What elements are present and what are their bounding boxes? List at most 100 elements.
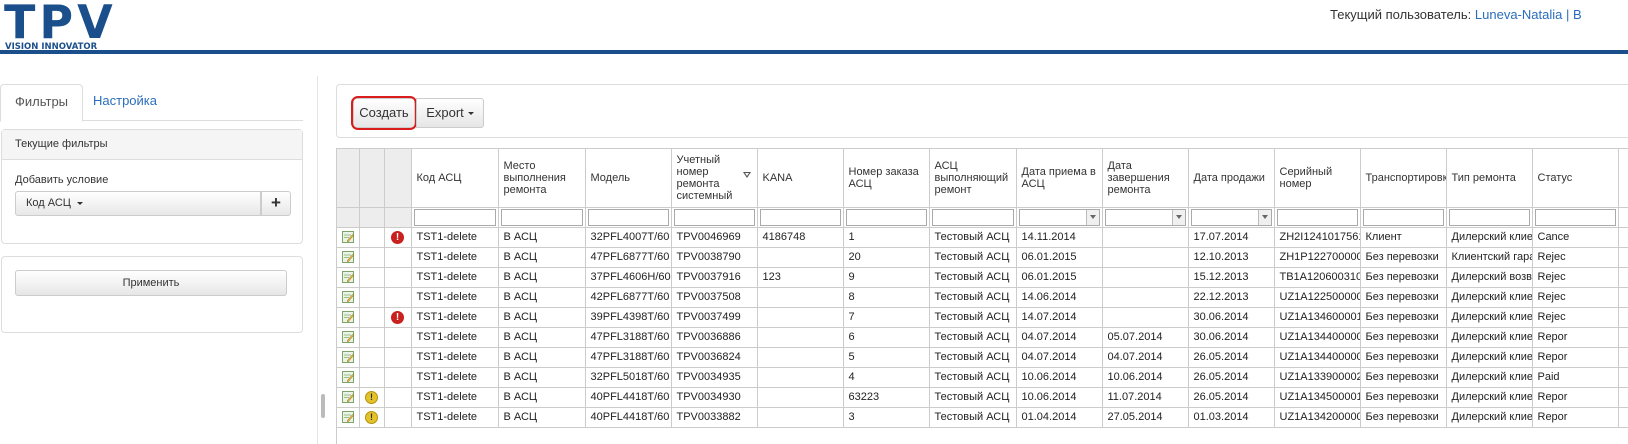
column-header[interactable]: Статус <box>1532 149 1619 208</box>
table-cell: Rejec <box>1532 267 1619 288</box>
table-cell: 30.06.2014 <box>1188 327 1275 348</box>
date-dropdown-icon[interactable] <box>1257 209 1271 225</box>
column-header[interactable]: Номер заказа АСЦ <box>843 149 930 208</box>
date-filter-input[interactable] <box>1190 208 1272 226</box>
table-cell <box>757 387 844 408</box>
table-cell: В АСЦ <box>498 307 586 328</box>
header-link-truncated[interactable]: | B <box>1566 7 1582 22</box>
table-cell: ZH1P1227000000 <box>1274 247 1361 268</box>
apply-button[interactable]: Применить <box>15 270 287 296</box>
edit-cell <box>337 227 360 248</box>
table-cell: 30.06.2014 <box>1188 307 1275 328</box>
warning-cell <box>359 287 385 308</box>
grid-filter-row <box>337 207 1628 228</box>
edit-icon[interactable] <box>341 231 354 244</box>
edit-cell <box>337 367 360 388</box>
column-filter-input[interactable] <box>587 208 669 226</box>
edit-icon[interactable] <box>341 271 354 284</box>
table-cell: Тестовый АСЦ <box>929 247 1017 268</box>
table-row[interactable]: ! TST1-delete В АСЦ 40PFL4418T/60 TPV0034930… <box>337 387 1628 408</box>
column-filter-input[interactable] <box>1448 208 1530 226</box>
filter-mark-cell <box>359 207 385 228</box>
edit-icon[interactable] <box>341 251 354 264</box>
table-cell <box>1102 307 1189 328</box>
table-cell: Тестовый АСЦ <box>929 267 1017 288</box>
current-user-link[interactable]: Luneva-Natalia <box>1475 7 1562 22</box>
column-header[interactable]: KANA <box>757 149 844 208</box>
table-cell <box>757 367 844 388</box>
column-header[interactable]: Дата завершения ремонта <box>1102 149 1189 208</box>
column-filter-input[interactable] <box>413 208 496 226</box>
edit-icon[interactable] <box>341 351 354 364</box>
warning-cell <box>359 327 385 348</box>
table-cell <box>1102 287 1189 308</box>
table-cell-extra <box>1618 247 1628 268</box>
column-header[interactable]: Транспортировка <box>1360 149 1447 208</box>
column-header-sorted[interactable]: Учетный номер ремонта системный <box>671 149 758 208</box>
toolbar: Создать Export <box>336 84 1628 138</box>
table-row[interactable]: TST1-delete В АСЦ 47PFL3188T/60 TPV0036886 6… <box>337 327 1628 348</box>
table-cell: UZ1A1225000001 <box>1274 287 1361 308</box>
tab-settings[interactable]: Настройка <box>79 84 171 122</box>
table-row[interactable]: ! TST1-delete В АСЦ 32PFL4007T/60 TPV0046969… <box>337 227 1628 248</box>
column-filter-input[interactable] <box>1534 208 1616 226</box>
column-header[interactable]: Дата приема в АСЦ <box>1016 149 1103 208</box>
table-row[interactable]: TST1-delete В АСЦ 37PFL4606H/60 TPV0037916 1… <box>337 267 1628 288</box>
column-header[interactable]: Место выполнения ремонта <box>498 149 586 208</box>
table-cell: 8 <box>843 287 930 308</box>
table-cell: 10.06.2014 <box>1016 367 1103 388</box>
column-filter-input[interactable] <box>1362 208 1444 226</box>
table-row[interactable]: TST1-delete В АСЦ 47PFL3188T/60 TPV0036824 5… <box>337 347 1628 368</box>
apply-panel: Применить <box>1 256 303 333</box>
column-header[interactable]: АСЦ выполняющий ремонт <box>929 149 1017 208</box>
tab-filters[interactable]: Фильтры <box>0 84 84 122</box>
table-cell: 32PFL4007T/60 <box>585 227 672 248</box>
table-cell: 37PFL4606H/60 <box>585 267 672 288</box>
table-row[interactable]: TST1-delete В АСЦ 32PFL5018T/60 TPV0034935 4… <box>337 367 1628 388</box>
table-cell: TPV0034930 <box>671 387 758 408</box>
table-cell: TPV0038790 <box>671 247 758 268</box>
column-filter-input[interactable] <box>845 208 927 226</box>
column-header[interactable]: Код АСЦ <box>411 149 499 208</box>
export-button[interactable]: Export <box>416 98 484 128</box>
column-header[interactable]: Тип ремонта <box>1446 149 1533 208</box>
date-dropdown-icon[interactable] <box>1171 209 1185 225</box>
table-cell: 1 <box>843 227 930 248</box>
condition-select[interactable]: Код АСЦ <box>15 191 261 216</box>
table-cell: 4186748 <box>757 227 844 248</box>
date-dropdown-icon[interactable] <box>1085 209 1099 225</box>
table-cell: В АСЦ <box>498 367 586 388</box>
column-header[interactable]: Модель <box>585 149 672 208</box>
table-cell: Без перевозки <box>1360 367 1447 388</box>
table-cell-extra <box>1618 347 1628 368</box>
edit-icon[interactable] <box>341 391 354 404</box>
table-row[interactable]: ! TST1-delete В АСЦ 39PFL4398T/60 TPV0037499… <box>337 307 1628 328</box>
edit-icon[interactable] <box>341 291 354 304</box>
table-row[interactable]: TST1-delete В АСЦ 47PFL6877T/60 TPV0038790 2… <box>337 247 1628 268</box>
table-cell-extra <box>1618 267 1628 288</box>
column-header[interactable]: Дата продажи <box>1188 149 1275 208</box>
column-filter-input[interactable] <box>931 208 1014 226</box>
date-filter-input[interactable] <box>1104 208 1186 226</box>
edit-icon[interactable] <box>341 371 354 384</box>
column-filter-input[interactable] <box>673 208 755 226</box>
splitter-handle-icon[interactable] <box>321 394 325 418</box>
column-header[interactable]: Серийный номер <box>1274 149 1361 208</box>
table-row[interactable]: ! TST1-delete В АСЦ 40PFL4418T/60 TPV0033882… <box>337 407 1628 428</box>
table-cell: Тестовый АСЦ <box>929 387 1017 408</box>
edit-icon[interactable] <box>341 411 354 424</box>
sort-filter-icon[interactable] <box>742 172 751 178</box>
column-filter-input[interactable] <box>1276 208 1358 226</box>
tpv-logo[interactable]: TPV VISION INNOVATOR <box>4 0 113 52</box>
error-cell <box>384 407 412 428</box>
column-filter-input[interactable] <box>759 208 841 226</box>
panel-splitter[interactable] <box>317 76 327 444</box>
warning-icon: ! <box>365 410 378 424</box>
date-filter-input[interactable] <box>1018 208 1100 226</box>
table-cell <box>1102 247 1189 268</box>
table-row[interactable]: TST1-delete В АСЦ 42PFL6877T/60 TPV0037508 8… <box>337 287 1628 308</box>
edit-icon[interactable] <box>341 311 354 324</box>
edit-icon[interactable] <box>341 331 354 344</box>
add-condition-button[interactable]: + <box>261 191 291 216</box>
column-filter-input[interactable] <box>500 208 583 226</box>
